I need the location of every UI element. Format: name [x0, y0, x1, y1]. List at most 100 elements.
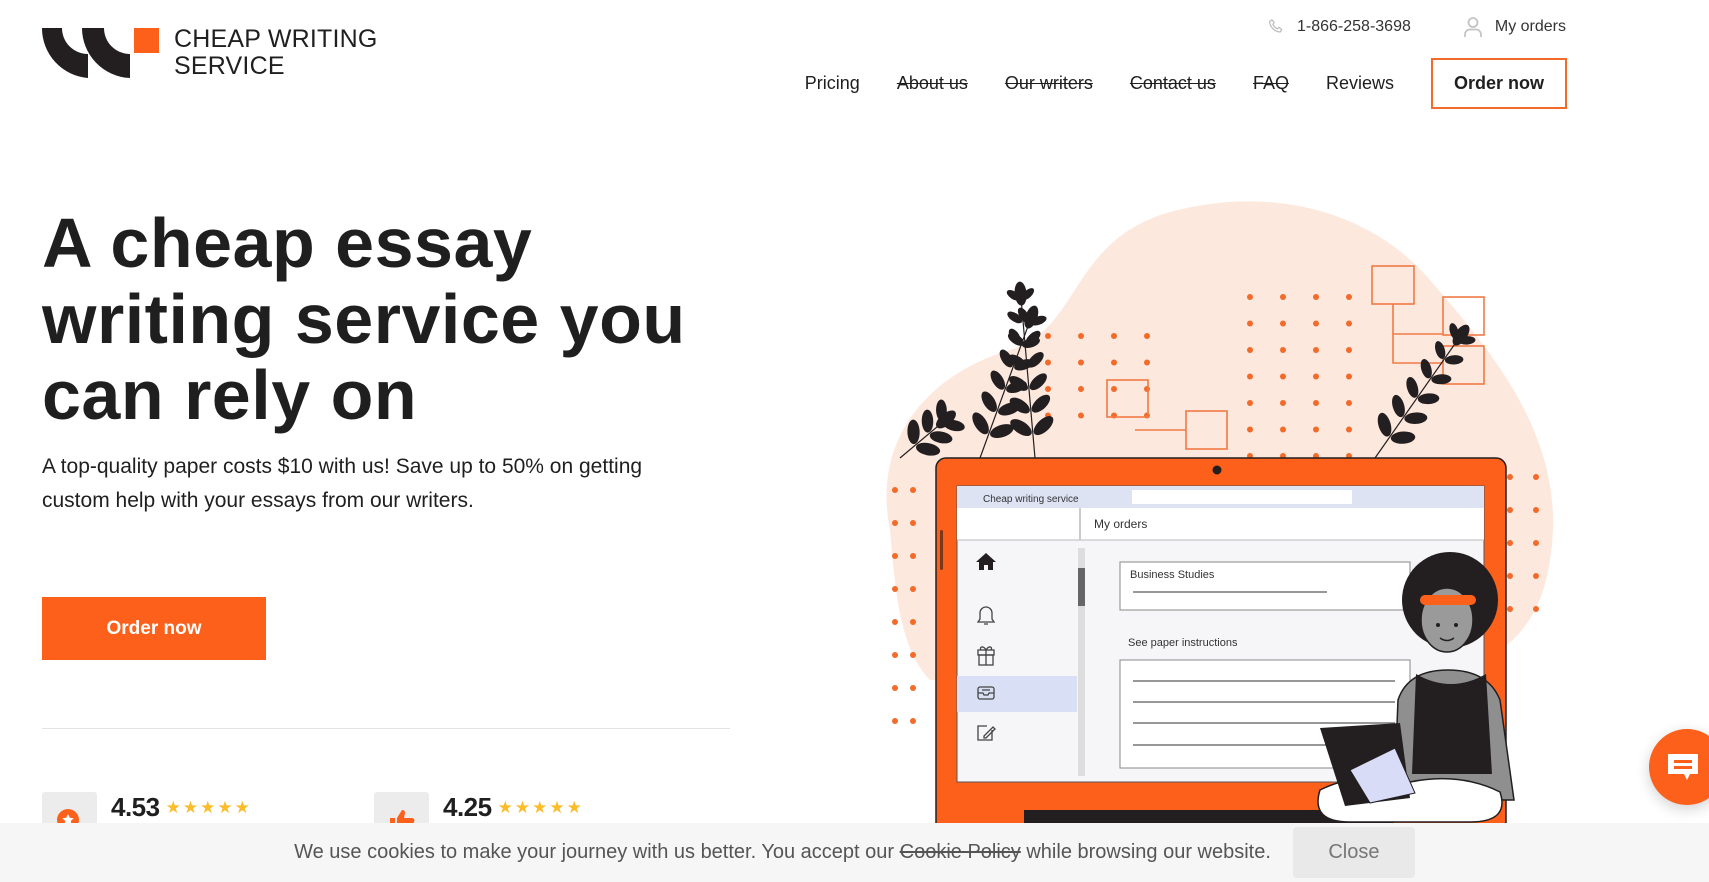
decor-dot [1144, 333, 1150, 339]
decor-dot [1507, 606, 1513, 612]
rating-value: 4.25 [443, 792, 492, 822]
decor-dot [910, 553, 916, 559]
cookie-policy-link[interactable]: Cookie Policy [900, 841, 1021, 863]
decor-dot [1533, 540, 1539, 546]
decor-dot [1346, 347, 1352, 353]
decor-dot [910, 685, 916, 691]
decor-dot [1346, 373, 1352, 380]
screen-page-title: My orders [1094, 517, 1147, 531]
decor-dot [1247, 400, 1253, 406]
decor-dot [1280, 320, 1286, 327]
decor-dot [1144, 386, 1150, 392]
decor-dot [1078, 359, 1084, 366]
logo-text-line1: Cheap Writing [174, 25, 378, 53]
nav-reviews[interactable]: Reviews [1326, 73, 1394, 94]
decor-dot [910, 652, 916, 658]
divider [42, 728, 730, 729]
decor-dot [1533, 507, 1539, 513]
decor-dot [1045, 359, 1051, 366]
decor-dot [892, 652, 898, 658]
phone-icon [1268, 19, 1283, 33]
decor-dot [1533, 573, 1539, 579]
logo[interactable]: Cheap Writing Service [42, 26, 378, 80]
decor-dot [1533, 606, 1539, 612]
app-title: Cheap writing service [983, 494, 1079, 505]
decor-dot [1507, 474, 1513, 480]
hero-subtitle: A top-quality paper costs $10 with us! S… [42, 455, 643, 512]
instructions-label: See paper instructions [1128, 637, 1238, 649]
cookie-banner: We use cookies to make your journey with… [0, 823, 1709, 882]
decor-dot [910, 487, 916, 493]
decor-dot [1313, 400, 1319, 406]
decor-dot [1280, 294, 1286, 300]
my-orders-link[interactable]: My orders [1463, 16, 1566, 38]
logo-mark-icon [42, 28, 159, 78]
cookie-close-button[interactable]: Close [1292, 827, 1415, 878]
decor-dot [1507, 540, 1513, 546]
decor-dot [1247, 320, 1253, 327]
logo-text: Cheap Writing Service [174, 26, 378, 80]
decor-dot [1280, 400, 1286, 406]
decor-dot [1346, 294, 1352, 300]
decor-dot [892, 685, 898, 691]
decor-dot [892, 520, 898, 526]
topbar: 1-866-258-3698 My orders [1267, 16, 1566, 38]
decor-dot [1313, 426, 1319, 433]
decor-dot [1078, 386, 1084, 392]
phone-number: 1-866-258-3698 [1297, 18, 1411, 35]
decor-dot [1078, 333, 1084, 339]
chat-button[interactable] [1649, 729, 1709, 805]
decor-dot [1111, 359, 1117, 366]
decor-dot [910, 520, 916, 526]
user-icon [1463, 17, 1482, 37]
decor-dot [1533, 474, 1539, 480]
decor-dot [892, 619, 898, 625]
decor-dot [1280, 373, 1286, 380]
rating-stars: ★★★★★ [165, 797, 252, 817]
rating-stars: ★★★★★ [497, 797, 584, 817]
decor-dot [1280, 426, 1286, 433]
decor-dot [1346, 320, 1352, 327]
nav-pricing[interactable]: Pricing [805, 73, 860, 94]
decor-dot [1313, 294, 1319, 300]
decor-dot [1280, 347, 1286, 353]
decor-dot [910, 619, 916, 625]
decor-dot [1247, 294, 1253, 300]
decor-dot [892, 586, 898, 592]
cookie-text: We use cookies to make your journey with… [294, 841, 1271, 864]
decor-dot [910, 718, 916, 724]
decor-dot [1313, 373, 1319, 380]
decor-dot [1045, 333, 1051, 339]
decor-dot [1045, 386, 1051, 392]
nav-our-writers[interactable]: Our writers [1005, 73, 1093, 94]
nav-contact-us[interactable]: Contact us [1130, 73, 1216, 94]
decor-dot [910, 586, 916, 592]
hero-illustration: Cheap writing service My orders Business… [886, 201, 1554, 830]
decor-dot [892, 553, 898, 559]
my-orders-label: My orders [1494, 18, 1566, 35]
hero-title: A cheap essay writing service you can re… [42, 204, 686, 434]
decor-dot [1247, 347, 1253, 353]
decor-dot [892, 487, 898, 493]
phone-link[interactable]: 1-866-258-3698 [1267, 18, 1411, 36]
nav-faq[interactable]: FAQ [1253, 73, 1289, 94]
logo-text-line2: Service [174, 52, 285, 80]
nav-order-now-button[interactable]: Order now [1430, 58, 1567, 109]
cookie-text-before: We use cookies to make your journey with… [294, 841, 895, 863]
plant-leaf [1014, 281, 1027, 306]
decor-dot [1247, 373, 1253, 380]
decor-dot [1507, 573, 1513, 579]
decor-dot [1346, 426, 1352, 433]
decor-dot [1111, 386, 1117, 392]
order-subject: Business Studies [1130, 569, 1215, 581]
decor-dot [1144, 359, 1150, 366]
decor-dot [1313, 320, 1319, 327]
decor-dot [1313, 347, 1319, 353]
nav-about-us[interactable]: About us [897, 73, 968, 94]
hero-order-now-button[interactable]: Order now [42, 597, 266, 660]
decor-dot [1078, 412, 1084, 419]
decor-dot [892, 718, 898, 724]
chat-icon [1668, 754, 1698, 780]
decor-dot [1346, 400, 1352, 406]
main-nav: Pricing About us Our writers Contact us … [805, 58, 1567, 109]
